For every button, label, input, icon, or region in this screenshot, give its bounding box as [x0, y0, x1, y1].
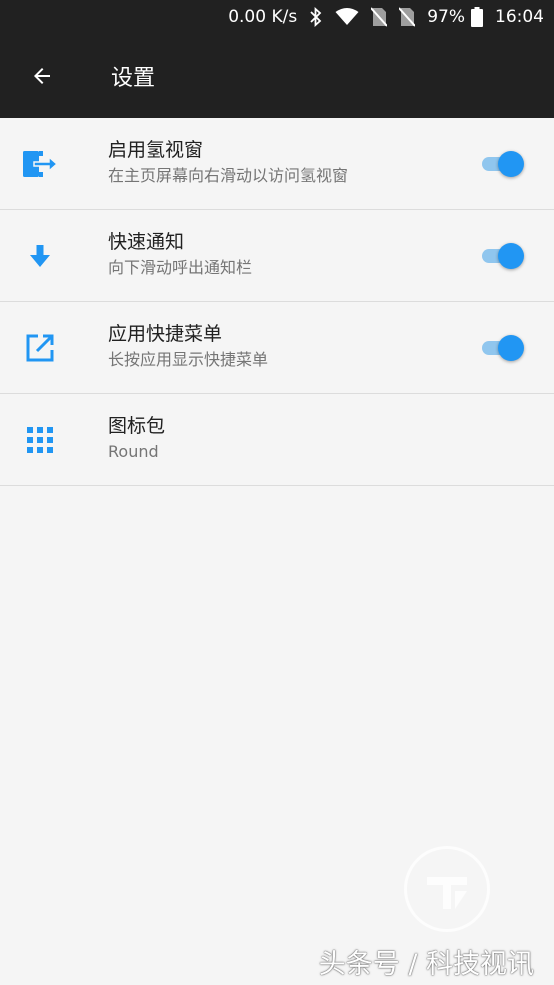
apps-grid-icon: [0, 394, 80, 486]
setting-subtitle: 在主页屏幕向右滑动以访问氢视窗: [108, 166, 349, 185]
setting-subtitle: 长按应用显示快捷菜单: [108, 350, 269, 369]
back-button[interactable]: [0, 34, 84, 118]
clock: 16:04: [495, 7, 544, 27]
arrow-down-icon: [0, 210, 80, 302]
setting-app-shortcuts[interactable]: 应用快捷菜单 长按应用显示快捷菜单: [0, 302, 554, 394]
no-sim-icon: [399, 7, 416, 27]
setting-quick-notification[interactable]: 快速通知 向下滑动呼出通知栏: [0, 210, 554, 302]
arrow-back-icon: [34, 68, 50, 84]
battery-percent: 97%: [427, 7, 465, 27]
status-bar: 0.00 K/s 97% 16:04: [0, 0, 554, 34]
hydrogen-window-toggle[interactable]: [482, 151, 524, 177]
app-bar: 设置: [0, 34, 554, 118]
setting-title: 应用快捷菜单: [108, 323, 223, 345]
setting-title: 快速通知: [108, 231, 185, 253]
settings-list: 启用氢视窗 在主页屏幕向右滑动以访问氢视窗 快速通知 向下滑动呼出通知栏 应用快…: [0, 118, 554, 486]
open-in-new-icon: [0, 302, 80, 394]
exit-to-app-icon: [0, 118, 80, 210]
watermark-logo-icon: [404, 846, 490, 932]
no-sim-icon: [371, 7, 388, 27]
setting-value: Round: [108, 442, 159, 461]
app-shortcuts-toggle[interactable]: [482, 335, 524, 361]
screen: 0.00 K/s 97% 16:04 设置 启用氢视窗 在主页屏幕向右滑动以访问…: [0, 0, 554, 985]
setting-icon-pack[interactable]: 图标包 Round: [0, 394, 554, 486]
watermark-text: 头条号 / 科技视讯: [318, 949, 534, 980]
network-speed: 0.00 K/s: [228, 7, 298, 27]
setting-title: 图标包: [108, 415, 166, 437]
quick-notification-toggle[interactable]: [482, 243, 524, 269]
setting-hydrogen-window[interactable]: 启用氢视窗 在主页屏幕向右滑动以访问氢视窗: [0, 118, 554, 210]
page-title: 设置: [111, 66, 156, 91]
battery-icon: [471, 7, 483, 27]
setting-title: 启用氢视窗: [108, 139, 204, 161]
bluetooth-icon: [309, 7, 323, 27]
wifi-icon: [335, 8, 359, 26]
setting-subtitle: 向下滑动呼出通知栏: [108, 258, 253, 277]
